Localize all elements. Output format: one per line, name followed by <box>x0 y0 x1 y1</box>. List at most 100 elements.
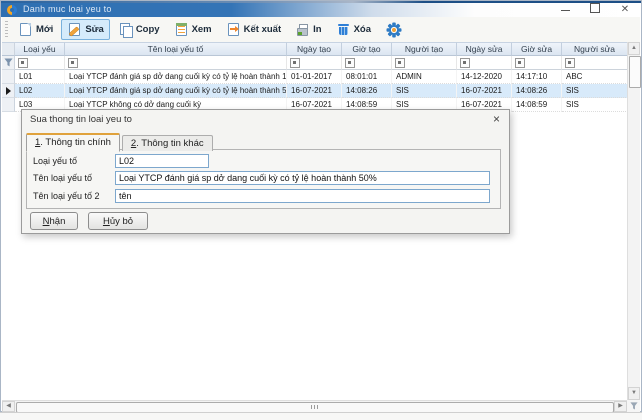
delete-button[interactable]: Xóa <box>330 19 377 40</box>
cell-gio-sua[interactable]: 14:17:10 <box>512 70 562 84</box>
screenshot-root: Danh muc loai yeu to ✕ Mới Sửa Copy <box>0 0 642 420</box>
grid-filter-row <box>2 56 628 70</box>
cell-ngay-tao[interactable]: 01-01-2017 <box>287 70 342 84</box>
cell-ngay-sua[interactable]: 14-12-2020 <box>457 70 512 84</box>
scroll-left-icon[interactable]: ◀ <box>2 401 15 412</box>
filter-cell[interactable] <box>562 56 628 70</box>
print-icon <box>295 22 310 37</box>
view-icon <box>174 22 189 37</box>
filter-condition-icon[interactable] <box>460 58 470 68</box>
cell-nguoi-sua[interactable]: SIS <box>562 84 628 98</box>
cell-ngay-tao[interactable]: 16-07-2021 <box>287 84 342 98</box>
toolbar-grip[interactable] <box>5 21 8 38</box>
toolbar: Mới Sửa Copy Xem Kết xuất In <box>2 17 640 43</box>
ten-loai-yeu-to-field[interactable] <box>115 171 490 185</box>
export-button-label: Kết xuất <box>244 24 281 35</box>
scroll-down-icon[interactable]: ▼ <box>628 387 640 400</box>
filter-cell[interactable] <box>512 56 562 70</box>
accept-label: hận <box>50 216 66 227</box>
filter-cell[interactable] <box>287 56 342 70</box>
new-button[interactable]: Mới <box>12 19 59 40</box>
cancel-accel: H <box>103 216 110 227</box>
cell-nguoi-tao[interactable]: SIS <box>392 84 457 98</box>
print-button-label: In <box>313 24 321 35</box>
field-label-loai-yeu-to: Loại yếu tố <box>33 156 115 166</box>
title-bar[interactable]: Danh muc loai yeu to ✕ <box>1 1 641 17</box>
filter-condition-icon[interactable] <box>290 58 300 68</box>
cell-loai-yeu[interactable]: L02 <box>15 84 65 98</box>
filter-cell[interactable] <box>15 56 65 70</box>
column-header-gio-tao[interactable]: Giờ tạo <box>342 42 392 56</box>
app-logo-icon <box>7 5 17 15</box>
dialog-title: Sua thong tin loai yeu to <box>30 114 132 125</box>
export-button[interactable]: Kết xuất <box>220 19 287 40</box>
cancel-label: ủy bỏ <box>110 216 133 227</box>
dialog-close-icon[interactable]: × <box>493 112 500 126</box>
cell-nguoi-tao[interactable]: ADMIN <box>392 70 457 84</box>
ten-loai-yeu-to-2-field[interactable] <box>115 189 490 203</box>
accept-accel: N <box>43 216 50 227</box>
vertical-scrollbar[interactable]: ▲ ▼ <box>627 42 640 400</box>
filter-cell[interactable] <box>65 56 287 70</box>
view-button[interactable]: Xem <box>168 19 218 40</box>
row-indicator <box>2 98 15 112</box>
grid-corner-cell[interactable] <box>2 42 15 56</box>
background-window-sliver <box>0 412 642 420</box>
new-document-icon <box>18 22 33 37</box>
field-row: Loại yếu tố <box>33 154 490 168</box>
tab-thong-tin-chinh[interactable]: 1. Thông tin chính <box>26 133 120 152</box>
cell-nguoi-sua[interactable]: ABC <box>562 70 628 84</box>
settings-button[interactable] <box>386 22 402 38</box>
filter-cell[interactable] <box>457 56 512 70</box>
filter-condition-icon[interactable] <box>68 58 78 68</box>
scroll-up-icon[interactable]: ▲ <box>628 42 640 55</box>
filter-condition-icon[interactable] <box>18 58 28 68</box>
cell-gio-sua[interactable]: 14:08:59 <box>512 98 562 112</box>
cancel-button[interactable]: Hủy bỏ <box>88 212 148 230</box>
table-row-selected[interactable]: L02 Loại YTCP đánh giá sp dở dang cuối k… <box>2 84 628 98</box>
filter-cell[interactable] <box>392 56 457 70</box>
column-header-loai-yeu[interactable]: Loại yếu <box>15 42 65 56</box>
edit-button-label: Sửa <box>85 24 104 35</box>
copy-icon <box>118 22 133 37</box>
column-header-ngay-tao[interactable]: Ngày tạo <box>287 42 342 56</box>
field-row: Tên loại yếu tố 2 <box>33 189 490 203</box>
tab-panel: Loại yếu tố Tên loại yếu tố Tên loại yếu… <box>26 149 501 209</box>
table-row[interactable]: L01 Loại YTCP đánh giá sp dở dang cuối k… <box>2 70 628 84</box>
cell-gio-tao[interactable]: 08:01:01 <box>342 70 392 84</box>
close-icon[interactable]: ✕ <box>619 3 631 16</box>
horizontal-scrollbar[interactable]: ◀ ▶ <box>2 400 627 412</box>
filter-condition-icon[interactable] <box>345 58 355 68</box>
cell-loai-yeu[interactable]: L01 <box>15 70 65 84</box>
loai-yeu-to-field[interactable] <box>115 154 209 168</box>
filter-cell[interactable] <box>342 56 392 70</box>
print-button[interactable]: In <box>289 19 327 40</box>
maximize-icon[interactable] <box>589 3 601 17</box>
column-header-nguoi-tao[interactable]: Người tạo <box>392 42 457 56</box>
minimize-icon[interactable] <box>559 3 571 16</box>
column-header-ten-loai-yeu-to[interactable]: Tên loại yếu tố <box>65 42 287 56</box>
cell-nguoi-sua[interactable]: SIS <box>562 98 628 112</box>
cell-gio-sua[interactable]: 14:08:26 <box>512 84 562 98</box>
delete-icon <box>336 22 351 37</box>
scroll-right-icon[interactable]: ▶ <box>614 401 627 412</box>
column-header-nguoi-sua[interactable]: Người sửa <box>562 42 628 56</box>
filter-condition-icon[interactable] <box>565 58 575 68</box>
cell-gio-tao[interactable]: 14:08:26 <box>342 84 392 98</box>
tab-thong-tin-khac[interactable]: 2. Thông tin khác <box>122 135 213 151</box>
filter-condition-icon[interactable] <box>515 58 525 68</box>
cell-ngay-sua[interactable]: 16-07-2021 <box>457 84 512 98</box>
dialog-tabs: 1. Thông tin chính 2. Thông tin khác <box>26 133 213 151</box>
column-header-ngay-sua[interactable]: Ngày sửa <box>457 42 512 56</box>
copy-button[interactable]: Copy <box>112 19 166 40</box>
filter-condition-icon[interactable] <box>395 58 405 68</box>
cell-ten-loai-yeu-to[interactable]: Loại YTCP đánh giá sp dở dang cuối kỳ có… <box>65 70 287 84</box>
edit-button[interactable]: Sửa <box>61 19 110 40</box>
field-row: Tên loại yếu tố <box>33 171 490 185</box>
column-header-gio-sua[interactable]: Giờ sửa <box>512 42 562 56</box>
cell-ten-loai-yeu-to[interactable]: Loại YTCP đánh giá sp dở dang cuối kỳ có… <box>65 84 287 98</box>
accept-button[interactable]: Nhận <box>30 212 78 230</box>
vertical-scroll-thumb[interactable] <box>629 56 641 88</box>
copy-button-label: Copy <box>136 24 160 35</box>
grid-filter-corner[interactable] <box>627 400 640 412</box>
